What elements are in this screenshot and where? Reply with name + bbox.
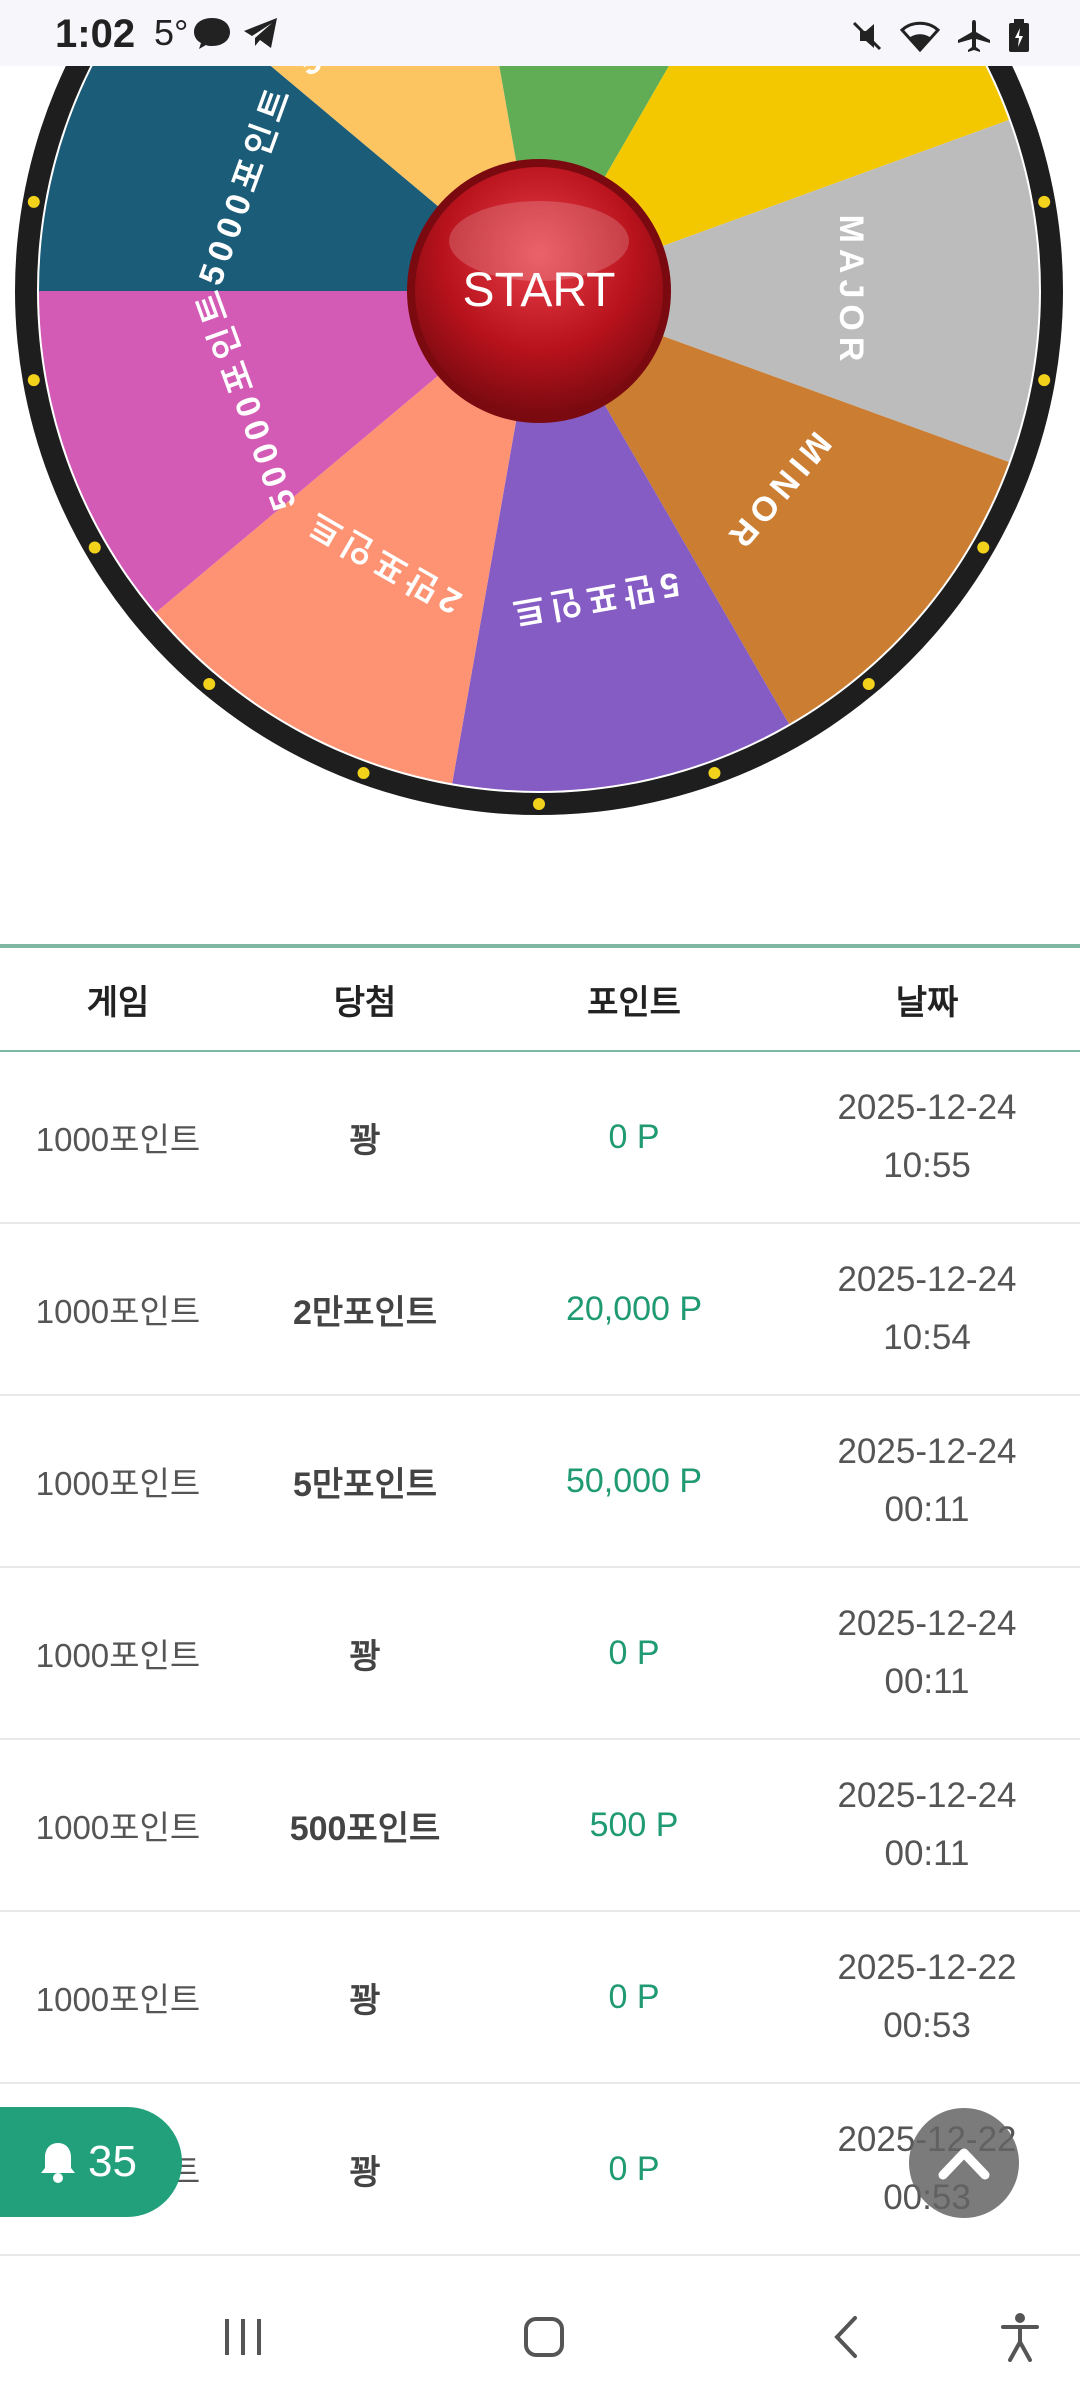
cell-date-day: 2025-12-24	[837, 1776, 1017, 1815]
messenger-icon	[194, 18, 230, 49]
back-icon	[834, 2316, 857, 2358]
cell-game: 1000포인트	[35, 1981, 201, 2018]
cell-date-day: 2025-12-24	[837, 1088, 1017, 1127]
cell-date: 2025-12-24 00:11	[774, 1595, 1080, 1711]
cell-game: 1000포인트	[35, 1121, 201, 1158]
cell-win: 5만포인트	[292, 1465, 438, 1504]
airplane-icon	[958, 20, 990, 52]
scroll-top-button[interactable]	[909, 2108, 1019, 2218]
wheel-rim-stud	[533, 798, 545, 810]
cell-date-time: 00:11	[884, 1834, 970, 1873]
wifi-icon	[900, 21, 940, 52]
column-header-points: 포인트	[587, 983, 681, 1022]
bell-icon	[41, 2143, 75, 2183]
cell-win: 꽝	[349, 1981, 381, 2020]
cell-date: 2025-12-24 00:11	[774, 1423, 1080, 1539]
roulette-wheel: 5000포인트500포인트MAJORMINOR5만포인트2만포인트50000포인…	[0, 66, 1080, 946]
column-header-date: 날짜	[895, 983, 959, 1022]
wheel-graphic: 5000포인트500포인트MAJORMINOR5만포인트2만포인트50000포인…	[15, 66, 1063, 815]
table-row: 1000포인트 꽝 0 P 2025-12-22 00:53	[0, 1912, 1080, 2084]
cell-date-time: 00:11	[884, 1662, 970, 1701]
chevron-up-icon	[938, 2148, 990, 2180]
status-time: 1:02	[55, 12, 136, 56]
table-row: 1000포인트 꽝 0 P 2025-12-24 00:11	[0, 1568, 1080, 1740]
back-button[interactable]	[806, 2302, 886, 2372]
cell-points: 0 P	[608, 1633, 660, 1672]
home-icon	[524, 2317, 564, 2357]
results-table: 게임 당첨 포인트 날짜 1000포인트 꽝 0 P 2025-12-24 10:…	[0, 944, 1080, 2256]
accessibility-icon	[1001, 2313, 1039, 2362]
status-temperature: 5°	[154, 12, 189, 53]
column-header-win: 당첨	[333, 983, 397, 1022]
start-button[interactable]	[410, 228, 668, 486]
home-button[interactable]	[504, 2302, 584, 2372]
cell-game: 1000포인트	[35, 1637, 201, 1674]
system-nav-bar	[0, 2262, 1080, 2408]
cell-points: 0 P	[608, 1117, 660, 1156]
cell-win: 꽝	[349, 2153, 381, 2192]
cell-date-time: 10:54	[883, 1318, 971, 1357]
cell-game: 1000포인트	[35, 1293, 201, 1330]
status-left-icons	[192, 16, 280, 50]
cell-date-time: 10:55	[883, 1146, 971, 1185]
cell-game: 1000포인트	[35, 1809, 201, 1846]
cell-date: 2025-12-24 00:11	[774, 1767, 1080, 1883]
wheel-rim-stud	[1038, 195, 1051, 208]
table-header: 게임 당첨 포인트 날짜	[0, 944, 1080, 1052]
cell-date-time: 00:53	[883, 2006, 971, 2045]
accessibility-button[interactable]	[980, 2302, 1060, 2372]
recent-apps-button[interactable]	[203, 2302, 283, 2372]
cell-date-day: 2025-12-24	[837, 1432, 1017, 1471]
table-row: 1000포인트 5만포인트 50,000 P 2025-12-24 00:11	[0, 1396, 1080, 1568]
cell-points: 20,000 P	[565, 1289, 703, 1328]
battery-icon	[1009, 19, 1029, 52]
cell-win: 꽝	[349, 1121, 381, 1160]
wheel-rim-stud	[88, 541, 101, 554]
cell-date-time: 00:11	[884, 1490, 970, 1529]
wheel-rim-stud	[203, 677, 216, 690]
wheel-rim-stud	[1038, 374, 1051, 387]
cell-date-day: 2025-12-24	[837, 1604, 1017, 1643]
table-row: 1000포인트 꽝 0 P 2025-12-24 10:55	[0, 1052, 1080, 1224]
status-bar: 1:02 5°	[0, 0, 1080, 66]
table-row: 1000포인트 2만포인트 20,000 P 2025-12-24 10:54	[0, 1224, 1080, 1396]
cell-points: 0 P	[608, 2149, 660, 2188]
cell-date-day: 2025-12-22	[837, 1948, 1017, 1987]
cell-win: 2만포인트	[292, 1293, 438, 1332]
cell-date-day: 2025-12-24	[837, 1260, 1017, 1299]
cell-date: 2025-12-24 10:54	[774, 1251, 1080, 1367]
cell-game: 1000포인트	[35, 1465, 201, 1502]
cell-win: 꽝	[349, 1637, 381, 1676]
wheel-rim-stud	[27, 195, 40, 208]
wheel-rim-stud	[977, 541, 990, 554]
cell-date: 2025-12-24 10:55	[774, 1079, 1080, 1195]
mute-icon	[852, 21, 882, 51]
cell-points: 50,000 P	[565, 1461, 703, 1500]
wheel-rim-stud	[27, 374, 40, 387]
wheel-segment-label: MAJOR	[832, 215, 870, 368]
cell-win: 500포인트	[289, 1809, 441, 1848]
notification-count: 35	[88, 2137, 137, 2186]
cell-points: 500 P	[589, 1805, 679, 1844]
cell-points: 0 P	[608, 1977, 660, 2016]
notification-badge[interactable]: 35	[0, 2107, 182, 2217]
wheel-rim-stud	[708, 767, 721, 780]
cell-date: 2025-12-22 00:53	[774, 1939, 1080, 2055]
status-right-icons	[850, 18, 1030, 54]
table-row: 1000포인트 500포인트 500 P 2025-12-24 00:11	[0, 1740, 1080, 1912]
recent-apps-icon	[225, 2319, 261, 2355]
wheel-rim-stud	[862, 677, 875, 690]
telegram-icon	[244, 18, 277, 48]
wheel-rim-stud	[357, 767, 370, 780]
column-header-game: 게임	[86, 983, 150, 1022]
